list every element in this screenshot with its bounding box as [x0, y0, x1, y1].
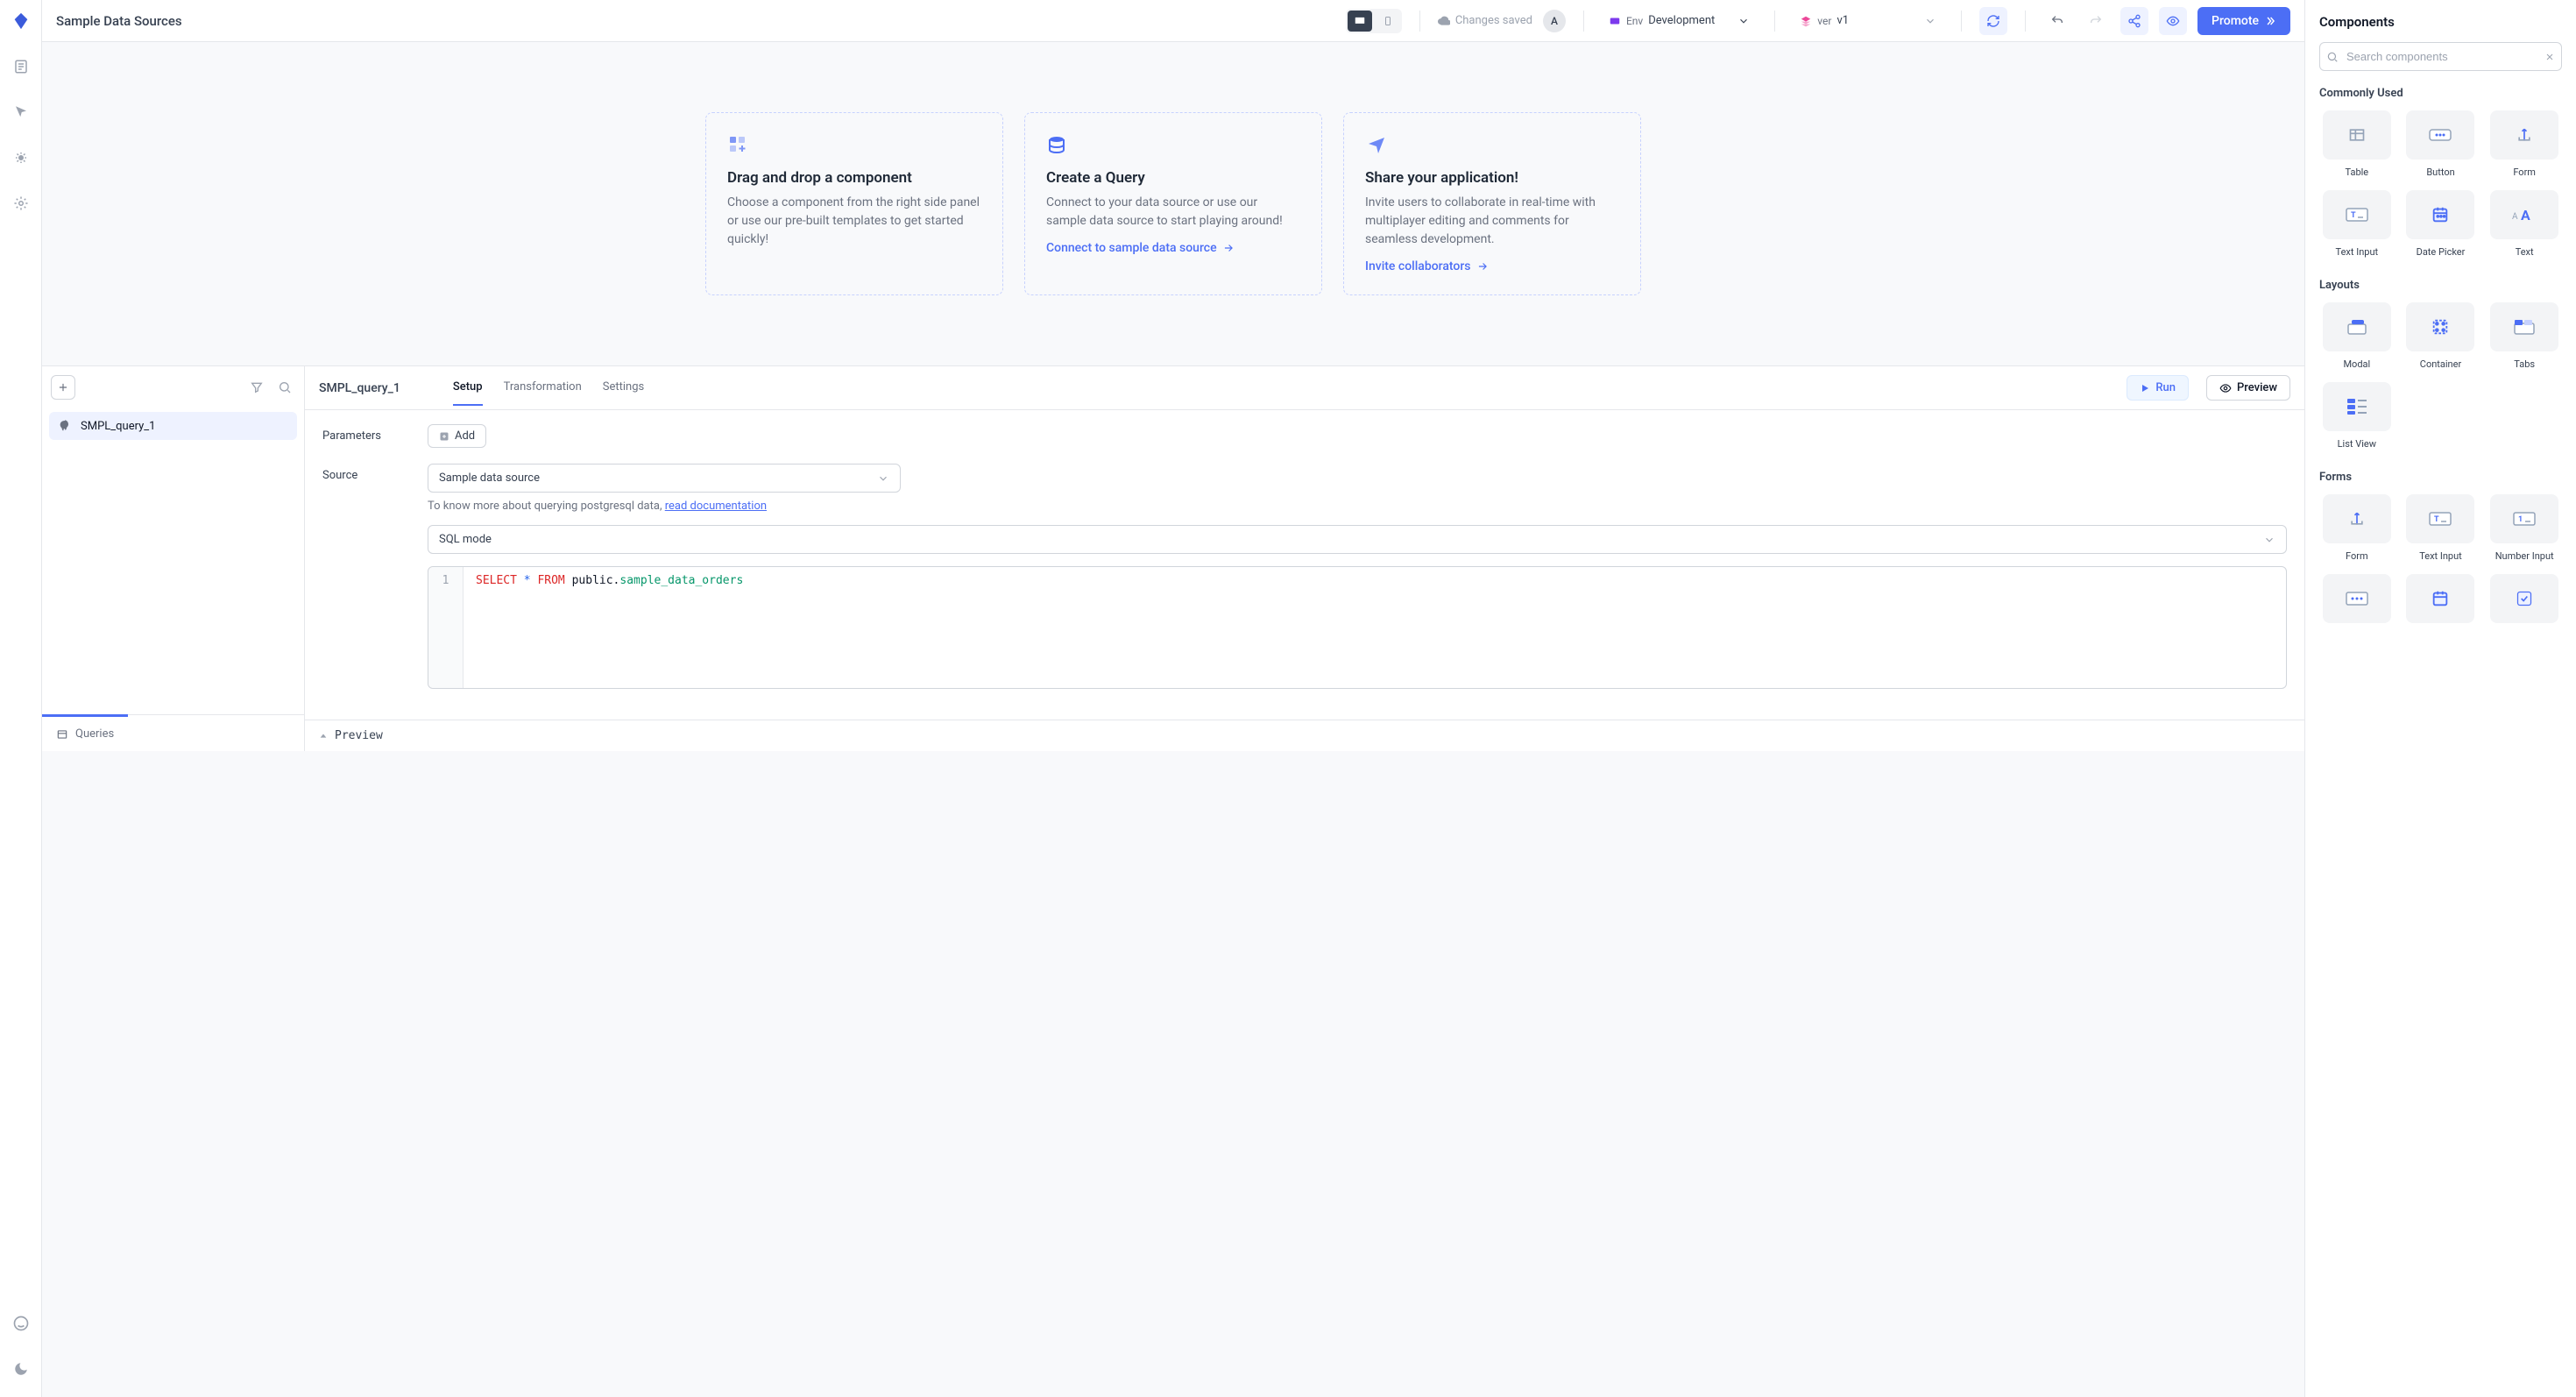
clear-icon[interactable] — [2544, 52, 2555, 62]
svg-text:T: T — [2434, 515, 2439, 524]
comp-modal[interactable]: Modal — [2319, 302, 2395, 370]
debug-icon[interactable] — [7, 144, 35, 172]
tab-transformation[interactable]: Transformation — [504, 380, 582, 406]
preview-button[interactable]: Preview — [2206, 375, 2290, 401]
components-panel: Components Commonly Used Table Button Fo… — [2304, 0, 2576, 1397]
redo-icon[interactable] — [2082, 7, 2110, 35]
onboard-card-component: Drag and drop a component Choose a compo… — [705, 112, 1003, 295]
share-icon[interactable] — [2120, 7, 2148, 35]
search-input[interactable] — [2319, 42, 2562, 71]
comp-checkbox[interactable] — [2487, 574, 2562, 623]
run-button[interactable]: Run — [2127, 375, 2189, 401]
section-forms: Forms — [2319, 471, 2562, 484]
comp-number-input[interactable]: 1Number Input — [2487, 494, 2562, 562]
invite-link[interactable]: Invite collaborators — [1365, 259, 1619, 273]
card-title: Drag and drop a component — [727, 169, 981, 187]
onboard-card-share: Share your application! Invite users to … — [1343, 112, 1641, 295]
query-panel: SMPL_query_1 Queries SMPL_query_1 Setup — [42, 365, 2304, 751]
left-rail — [0, 0, 42, 1397]
app-title: Sample Data Sources — [56, 13, 182, 29]
avatar[interactable]: A — [1543, 10, 1566, 32]
mode-select[interactable]: SQL mode — [428, 525, 2287, 554]
components-title: Components — [2319, 14, 2562, 30]
comp-form-2[interactable]: Form — [2319, 494, 2395, 562]
help-text: To know more about querying postgresql d… — [428, 500, 2287, 513]
query-item[interactable]: SMPL_query_1 — [49, 412, 297, 440]
env-selector[interactable]: Env Development — [1602, 11, 1757, 31]
card-desc: Choose a component from the right side p… — [727, 194, 981, 249]
section-commonly-used: Commonly Used — [2319, 87, 2562, 100]
query-editor: SMPL_query_1 Setup Transformation Settin… — [305, 366, 2304, 751]
connect-sample-link[interactable]: Connect to sample data source — [1046, 241, 1300, 255]
theme-icon[interactable] — [7, 1355, 35, 1383]
eye-icon[interactable] — [2159, 7, 2187, 35]
comp-list-view[interactable]: List View — [2319, 382, 2395, 450]
preview-footer[interactable]: Preview — [305, 720, 2304, 751]
line-number: 1 — [428, 567, 464, 688]
version-selector[interactable]: ver v1 — [1793, 11, 1943, 31]
search-icon — [2326, 51, 2339, 63]
add-parameter-button[interactable]: Add — [428, 424, 486, 448]
database-icon — [1046, 134, 1300, 159]
comp-container[interactable]: Container — [2403, 302, 2479, 370]
comp-tabs[interactable]: Tabs — [2487, 302, 2562, 370]
mobile-mode-icon[interactable] — [1376, 11, 1400, 32]
section-layouts: Layouts — [2319, 279, 2562, 292]
comp-text[interactable]: AAText — [2487, 190, 2562, 258]
topbar: Sample Data Sources Changes saved A Env … — [42, 0, 2304, 42]
tab-settings[interactable]: Settings — [603, 380, 644, 406]
refresh-icon[interactable] — [1979, 7, 2007, 35]
send-icon — [1365, 134, 1619, 159]
settings-icon[interactable] — [7, 189, 35, 217]
query-name[interactable]: SMPL_query_1 — [319, 381, 400, 395]
parameters-label: Parameters — [322, 424, 428, 443]
desktop-mode-icon[interactable] — [1348, 11, 1372, 32]
card-title: Create a Query — [1046, 169, 1300, 187]
logo-icon[interactable] — [7, 7, 35, 35]
card-title: Share your application! — [1365, 169, 1619, 187]
query-list: SMPL_query_1 Queries — [42, 366, 305, 751]
comp-date-picker[interactable]: Date Picker — [2403, 190, 2479, 258]
component-icon — [727, 134, 981, 159]
pages-icon[interactable] — [7, 53, 35, 81]
mode-toggle[interactable] — [1346, 9, 1402, 33]
support-icon[interactable] — [7, 1309, 35, 1337]
postgres-icon — [58, 419, 72, 433]
add-query-button[interactable] — [51, 375, 75, 400]
svg-text:A: A — [2512, 212, 2518, 222]
sql-editor[interactable]: 1 SELECT * FROM public.sample_data_order… — [428, 566, 2287, 689]
card-desc: Invite users to collaborate in real-time… — [1365, 194, 1619, 249]
search-icon[interactable] — [274, 377, 295, 398]
comp-text-input-2[interactable]: TText Input — [2403, 494, 2479, 562]
cursor-icon[interactable] — [7, 98, 35, 126]
source-select[interactable]: Sample data source — [428, 464, 901, 493]
comp-text-input[interactable]: TText Input — [2319, 190, 2395, 258]
tab-setup[interactable]: Setup — [453, 380, 483, 406]
svg-text:A: A — [2521, 207, 2530, 223]
svg-text:T: T — [2351, 211, 2356, 220]
comp-form[interactable]: Form — [2487, 110, 2562, 178]
comp-password[interactable] — [2319, 574, 2395, 623]
queries-tab[interactable]: Queries — [42, 714, 128, 751]
query-item-label: SMPL_query_1 — [81, 420, 155, 433]
comp-button[interactable]: Button — [2403, 110, 2479, 178]
svg-text:1: 1 — [2518, 515, 2523, 524]
save-status: Changes saved — [1438, 14, 1532, 27]
read-documentation-link[interactable]: read documentation — [665, 500, 767, 513]
promote-button[interactable]: Promote — [2197, 7, 2290, 35]
comp-date-2[interactable] — [2403, 574, 2479, 623]
undo-icon[interactable] — [2043, 7, 2071, 35]
onboard-card-query: Create a Query Connect to your data sour… — [1024, 112, 1322, 295]
card-desc: Connect to your data source or use our s… — [1046, 194, 1300, 230]
filter-icon[interactable] — [246, 377, 267, 398]
comp-table[interactable]: Table — [2319, 110, 2395, 178]
source-label: Source — [322, 464, 428, 482]
